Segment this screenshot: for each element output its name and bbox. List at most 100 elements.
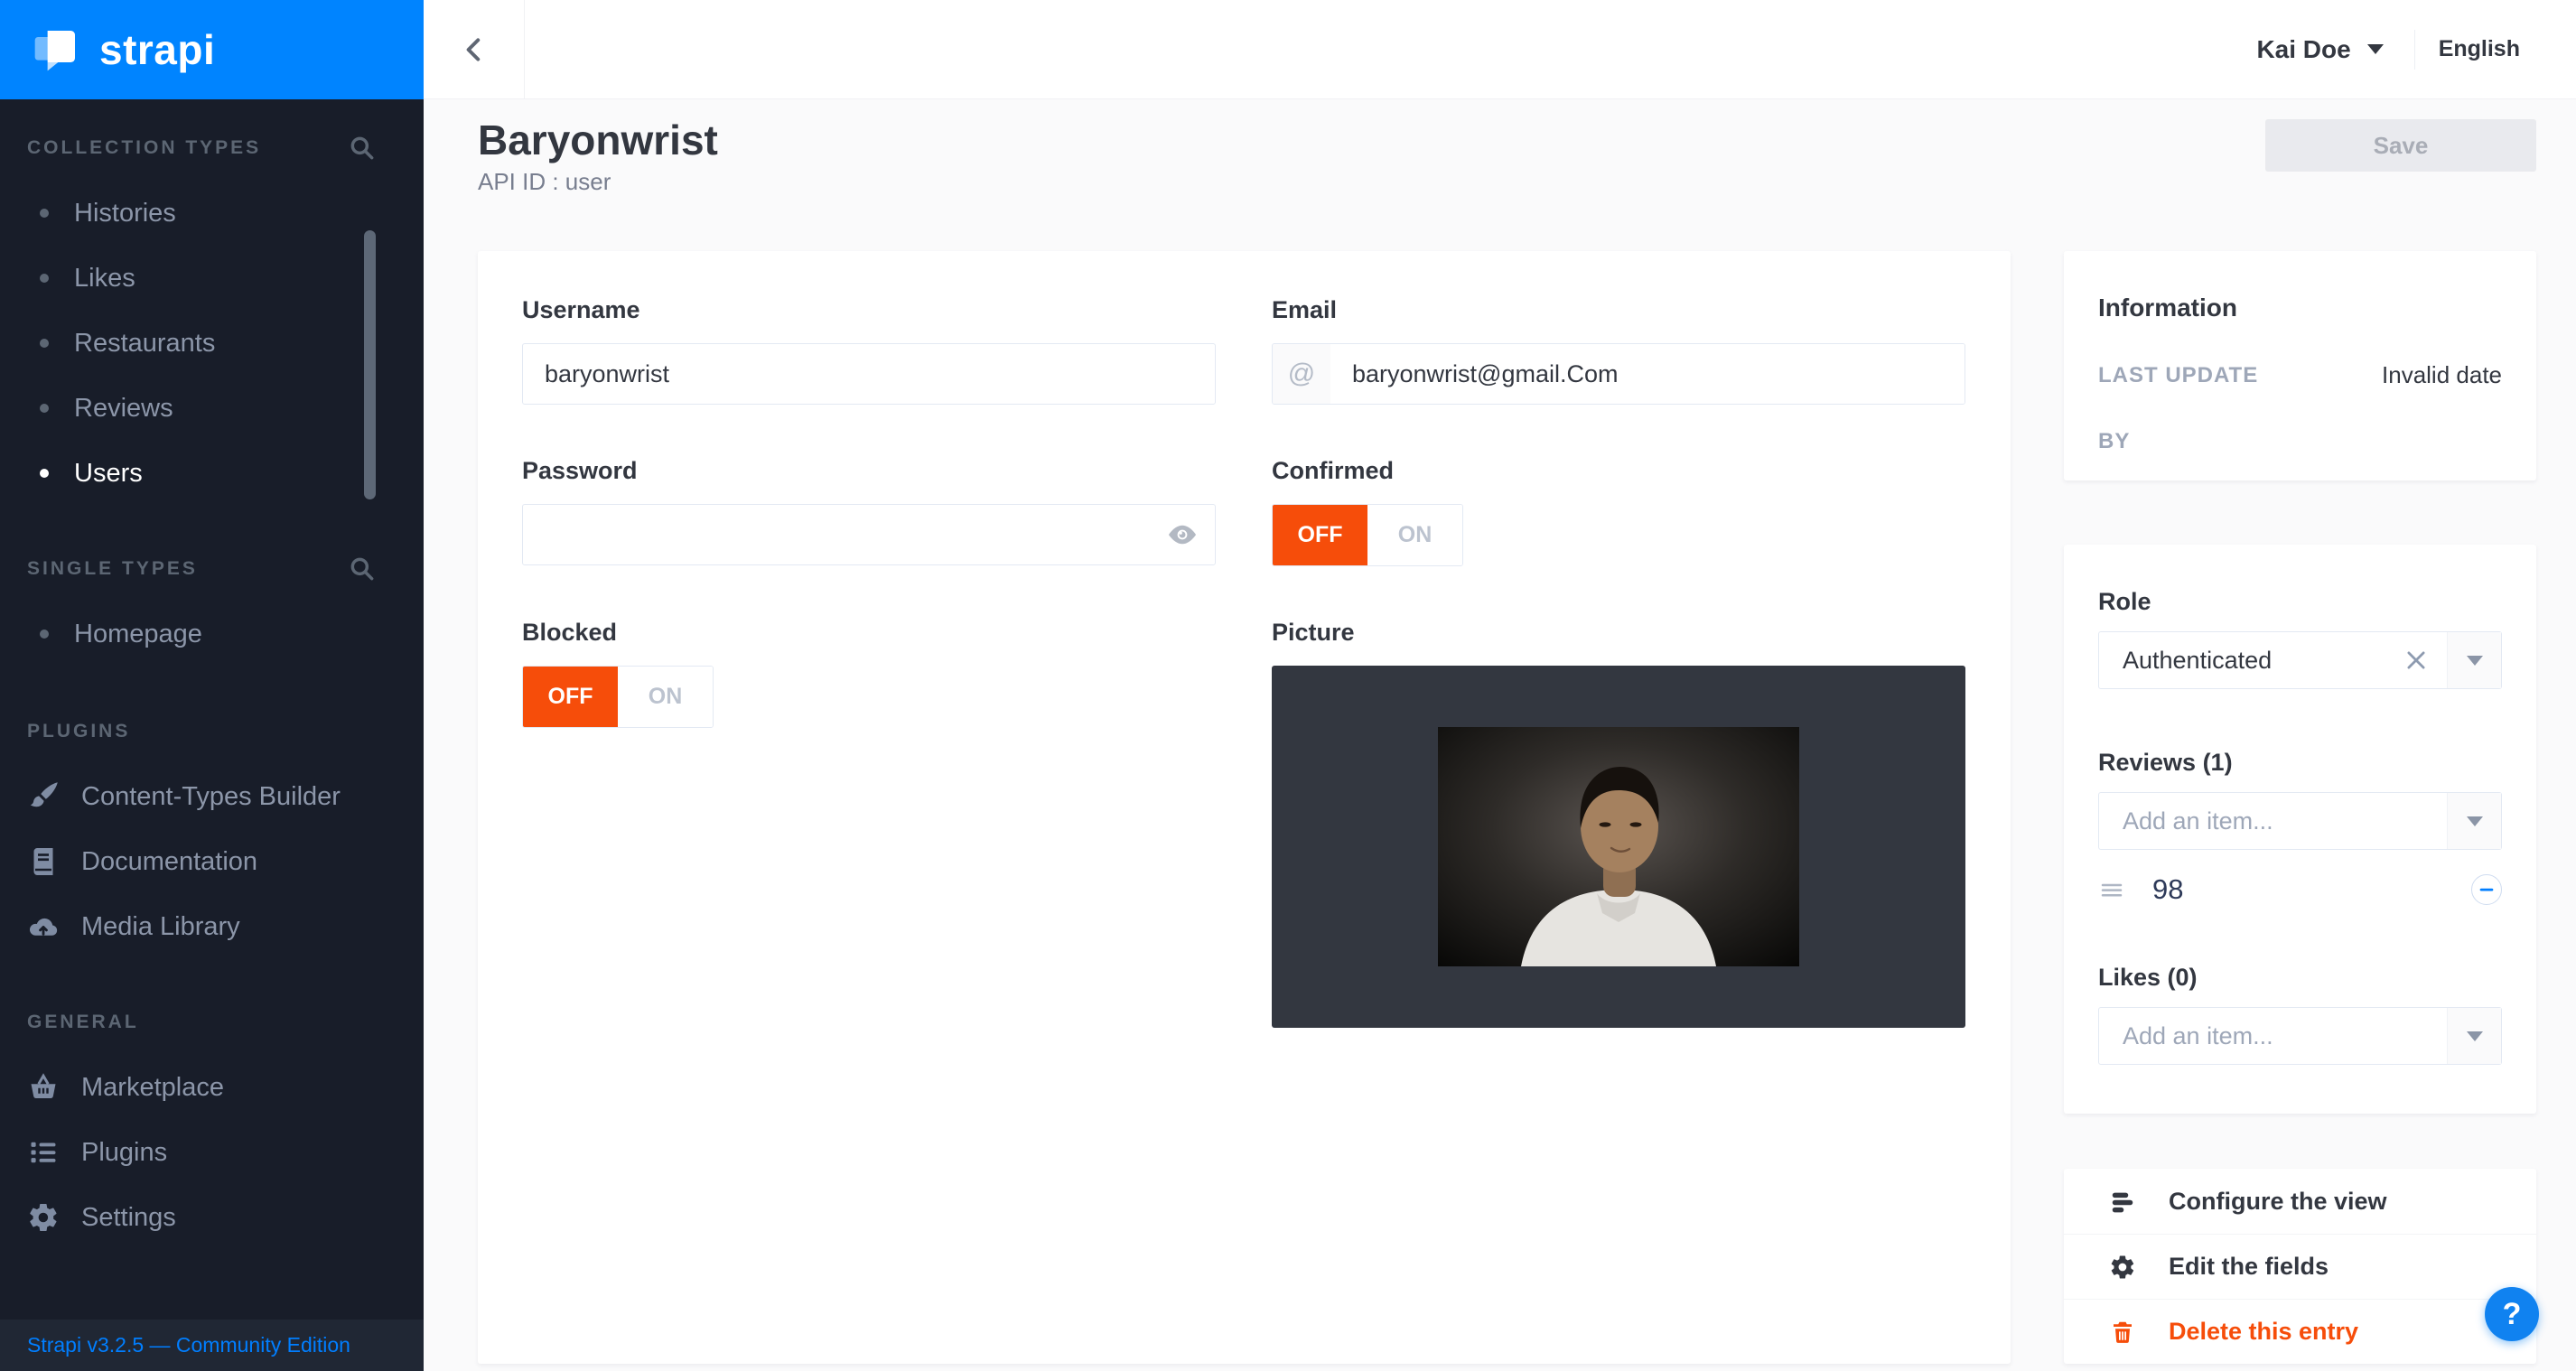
reviews-add-select[interactable]: Add an item... (2098, 792, 2502, 850)
confirmed-label: Confirmed (1272, 457, 1965, 484)
delete-entry-label: Delete this entry (2169, 1318, 2358, 1346)
sidebar-item-marketplace[interactable]: Marketplace (0, 1055, 424, 1120)
sidebar-item-users[interactable]: Users (0, 441, 424, 506)
sidebar-scrollbar[interactable] (364, 230, 376, 499)
sidebar-item-histories[interactable]: Histories (0, 181, 424, 246)
sidebar-item-reviews[interactable]: Reviews (0, 376, 424, 441)
sidebar-item-restaurants[interactable]: Restaurants (0, 311, 424, 376)
password-input[interactable] (522, 504, 1216, 565)
select-caret-button[interactable] (2447, 632, 2501, 688)
field-password: Password (522, 457, 1216, 566)
content: Baryonwrist API ID : user Save Username … (424, 99, 2576, 1364)
sidebar: strapi COLLECTION TYPES Histories Likes … (0, 0, 424, 1371)
sidebar-item-homepage[interactable]: Homepage (0, 602, 424, 667)
picture-label: Picture (1272, 619, 1965, 646)
picture-upload-area[interactable] (1272, 666, 1965, 1028)
clear-x-icon[interactable] (2396, 632, 2436, 688)
sidebar-item-label: Content-Types Builder (81, 782, 341, 812)
sidebar-nav: COLLECTION TYPES Histories Likes Restaur… (0, 135, 424, 1250)
sidebar-item-settings[interactable]: Settings (0, 1185, 424, 1250)
delete-entry-button[interactable]: Delete this entry (2064, 1299, 2536, 1364)
version-link[interactable]: Strapi v3.2.5 — Community Edition (0, 1320, 424, 1371)
password-label: Password (522, 457, 1216, 484)
toggle-off-segment[interactable]: OFF (523, 667, 618, 727)
back-button[interactable] (424, 0, 525, 98)
likes-add-select[interactable]: Add an item... (2098, 1007, 2502, 1065)
entry-form-card: Username Email @ Password (478, 251, 2011, 1364)
information-title: Information (2098, 294, 2502, 322)
bullet-icon (40, 339, 49, 348)
caret-down-icon (2367, 44, 2384, 54)
role-select[interactable]: Authenticated (2098, 631, 2502, 689)
single-types-title: SINGLE TYPES (27, 558, 198, 580)
blocked-toggle[interactable]: OFF ON (522, 666, 714, 728)
sidebar-item-likes[interactable]: Likes (0, 246, 424, 311)
sidebar-item-label: Likes (74, 264, 135, 294)
strapi-admin-app: strapi COLLECTION TYPES Histories Likes … (0, 0, 2576, 1371)
page-title: Baryonwrist (478, 117, 718, 163)
field-blocked: Blocked OFF ON (522, 619, 1216, 1028)
sidebar-item-label: Settings (81, 1203, 176, 1233)
sidebar-item-content-types-builder[interactable]: Content-Types Builder (0, 764, 424, 829)
username-label: Username (522, 296, 1216, 323)
toggle-on-segment[interactable]: ON (618, 667, 713, 727)
review-item-value[interactable]: 98 (2152, 873, 2183, 906)
topbar-divider (2414, 30, 2415, 70)
email-input[interactable] (1330, 344, 1965, 404)
review-relation-item[interactable]: 98 (2098, 863, 2502, 917)
general-header: GENERAL (0, 1010, 424, 1035)
sidebar-item-documentation[interactable]: Documentation (0, 829, 424, 894)
bullet-icon (40, 404, 49, 413)
single-types-header: SINGLE TYPES (0, 556, 424, 582)
cloud-upload-icon (27, 910, 60, 943)
language-button[interactable]: English (2439, 36, 2520, 62)
sidebar-item-label: Homepage (74, 620, 202, 649)
search-icon[interactable] (348, 555, 377, 583)
sidebar-item-label: Users (74, 459, 143, 489)
title-block: Baryonwrist API ID : user (478, 117, 718, 195)
user-menu[interactable]: Kai Doe (2256, 35, 2413, 64)
sidebar-item-label: Histories (74, 199, 176, 228)
confirmed-toggle[interactable]: OFF ON (1272, 504, 1463, 566)
likes-label: Likes (0) (2098, 964, 2502, 991)
role-label: Role (2098, 588, 2502, 615)
portrait-photo (1438, 727, 1799, 966)
eye-icon[interactable] (1165, 518, 1199, 552)
toggle-off-segment[interactable]: OFF (1273, 505, 1367, 565)
list-icon (27, 1136, 60, 1169)
configure-view-button[interactable]: Configure the view (2064, 1169, 2536, 1234)
field-confirmed: Confirmed OFF ON (1272, 457, 1965, 566)
toggle-on-segment[interactable]: ON (1367, 505, 1462, 565)
last-update-label: LAST UPDATE (2098, 363, 2258, 388)
page-head: Baryonwrist API ID : user Save (478, 117, 2536, 195)
section-collection-types: COLLECTION TYPES Histories Likes Restaur… (0, 135, 424, 506)
information-card: Information LAST UPDATE Invalid date BY (2064, 251, 2536, 480)
topbar-right: Kai Doe English (2256, 30, 2520, 70)
help-button[interactable]: ? (2485, 1287, 2539, 1341)
bullet-icon (40, 630, 49, 639)
entry-actions-card: Configure the view Edit the fields (2064, 1169, 2536, 1364)
by-row: BY (2098, 429, 2502, 454)
brush-icon (27, 780, 60, 813)
bullet-icon (40, 209, 49, 218)
blocked-label: Blocked (522, 619, 1216, 646)
save-button[interactable]: Save (2265, 119, 2536, 172)
username-input[interactable] (522, 343, 1216, 405)
sidebar-item-media-library[interactable]: Media Library (0, 894, 424, 959)
user-name: Kai Doe (2256, 35, 2350, 64)
email-input-group: @ (1272, 343, 1965, 405)
by-label: BY (2098, 429, 2130, 454)
drag-handle-icon[interactable] (2098, 876, 2125, 903)
bullet-icon (40, 274, 49, 283)
select-caret-button[interactable] (2447, 1008, 2501, 1064)
section-plugins: PLUGINS Content-Types Builder Documentat… (0, 719, 424, 959)
edit-fields-button[interactable]: Edit the fields (2064, 1234, 2536, 1299)
field-username: Username (522, 296, 1216, 405)
select-caret-button[interactable] (2447, 793, 2501, 849)
plugins-header: PLUGINS (0, 719, 424, 744)
search-icon[interactable] (348, 134, 377, 163)
minus-circle-icon[interactable] (2471, 874, 2502, 905)
strapi-logo[interactable]: strapi (0, 0, 424, 99)
book-icon (27, 845, 60, 878)
sidebar-item-plugins[interactable]: Plugins (0, 1120, 424, 1185)
